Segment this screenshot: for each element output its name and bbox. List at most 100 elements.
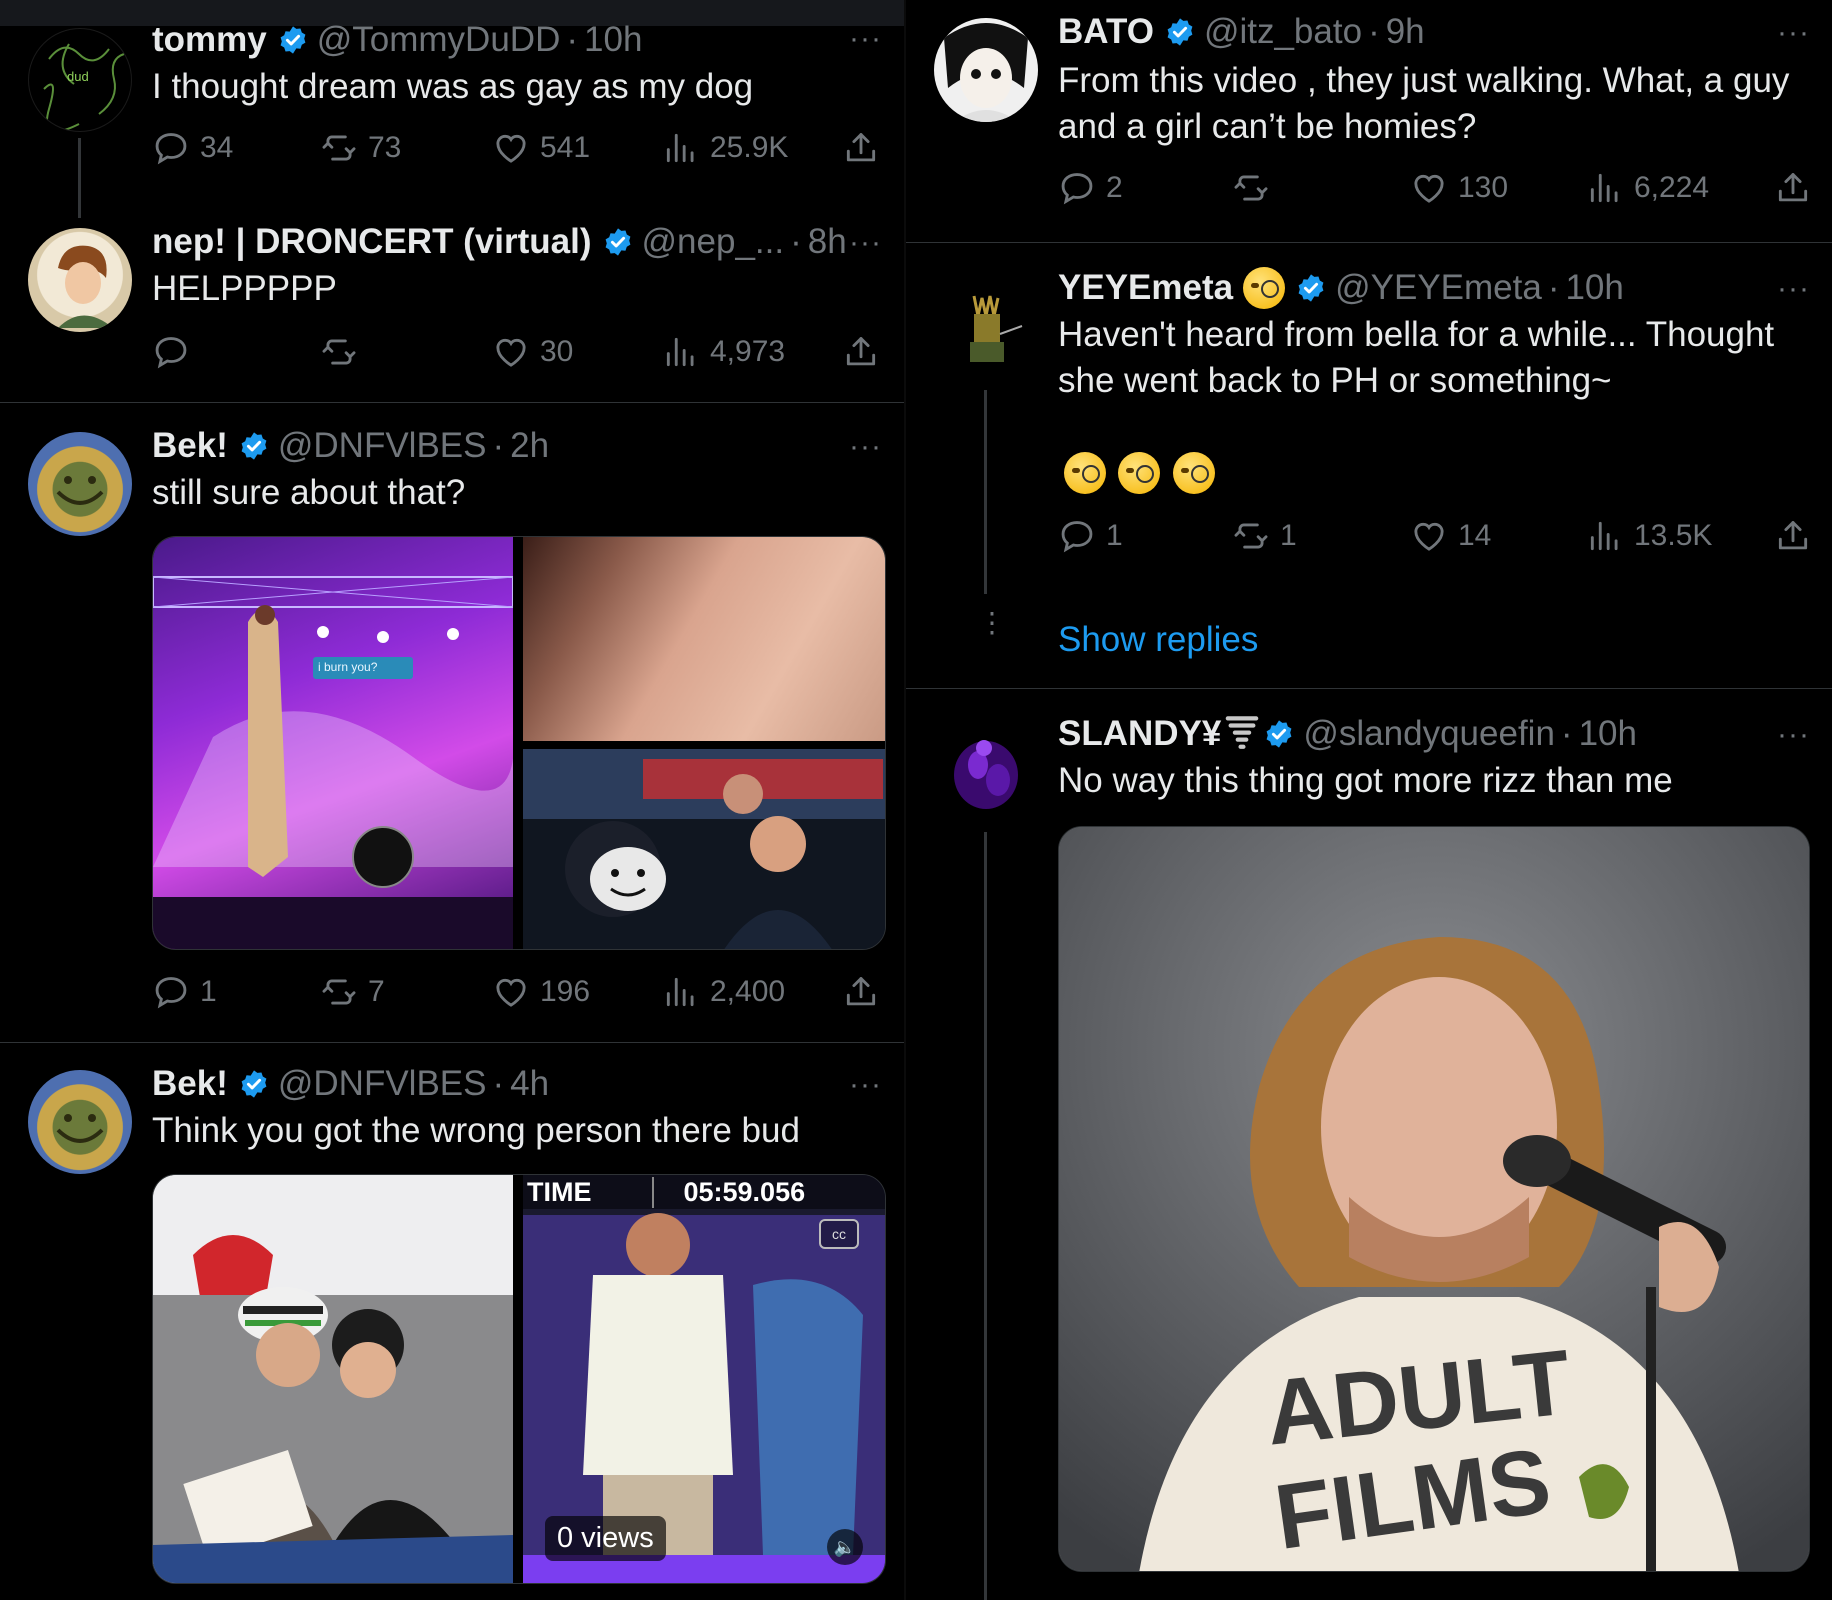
share-button[interactable]: [1774, 514, 1822, 558]
avatar[interactable]: dud: [28, 28, 132, 132]
like-icon: [1410, 517, 1448, 555]
verified-badge-icon: [602, 226, 634, 258]
tweet-time[interactable]: 8h: [808, 222, 847, 262]
avatar-smiley-image: [56, 1114, 104, 1143]
author-name[interactable]: nep! | DRONCERT (virtual): [152, 222, 592, 262]
crowd-image[interactable]: [523, 749, 885, 949]
share-button[interactable]: [842, 970, 890, 1014]
like-button[interactable]: 541: [492, 126, 590, 170]
avatar[interactable]: [28, 1070, 132, 1174]
media-grid[interactable]: TIME 05:59.056 cc 0 views 🔈: [152, 1174, 886, 1584]
share-button[interactable]: [842, 126, 890, 170]
avatar-label: dud: [67, 69, 89, 84]
action-bar: 1 1 14 13.5K: [1058, 514, 1812, 558]
tweet-text-line: and a girl can’t be homies?: [1058, 107, 1477, 146]
tweet-time[interactable]: 10h: [1579, 714, 1637, 754]
tweet-time[interactable]: 9h: [1386, 12, 1425, 52]
view-count: 6,224: [1634, 171, 1710, 204]
author-handle[interactable]: @itz_bato: [1204, 12, 1362, 52]
author-name[interactable]: YEYEmeta: [1058, 268, 1233, 308]
more-icon[interactable]: ···: [1777, 272, 1810, 306]
thread-line: [984, 390, 987, 594]
views-button[interactable]: 2,400: [662, 970, 785, 1014]
avatar[interactable]: [934, 18, 1038, 122]
emoji-row: [1064, 452, 1223, 494]
tweet-time[interactable]: 10h: [1565, 268, 1623, 308]
author-name[interactable]: Bek!: [152, 1064, 228, 1104]
media-grid[interactable]: i burn you?: [152, 536, 886, 950]
verified-badge-icon: [238, 1068, 270, 1100]
views-icon: [662, 129, 700, 167]
author-handle[interactable]: @DNFVlBES: [278, 426, 487, 466]
avatar[interactable]: [28, 432, 132, 536]
views-button[interactable]: 4,973: [662, 330, 785, 374]
avatar[interactable]: [934, 276, 1038, 380]
author-handle[interactable]: @DNFVlBES: [278, 1064, 487, 1104]
author-handle[interactable]: @TommyDuDD: [317, 20, 561, 60]
more-icon[interactable]: ···: [849, 430, 882, 464]
avatar[interactable]: [934, 720, 1038, 824]
repost-button[interactable]: 1: [1232, 514, 1297, 558]
reply-button[interactable]: 1: [152, 970, 217, 1014]
tweet-time[interactable]: 10h: [584, 20, 642, 60]
separator-dot: ·: [790, 222, 802, 261]
views-button[interactable]: 25.9K: [662, 126, 788, 170]
repost-count: 73: [368, 131, 402, 164]
repost-button[interactable]: 73: [320, 126, 401, 170]
author-handle[interactable]: @YEYEmeta: [1335, 268, 1542, 308]
views-button[interactable]: 6,224: [1586, 166, 1709, 210]
like-button[interactable]: 130: [1410, 166, 1508, 210]
reply-button[interactable]: 34: [152, 126, 233, 170]
author-handle[interactable]: @slandyqueefin: [1303, 714, 1555, 754]
captions-icon[interactable]: cc: [819, 1219, 859, 1249]
repost-button[interactable]: [320, 330, 368, 374]
views-button[interactable]: 13.5K: [1586, 514, 1712, 558]
more-icon[interactable]: ···: [849, 1068, 882, 1102]
repost-icon: [320, 333, 358, 371]
more-icon[interactable]: ···: [849, 22, 882, 56]
tweet-time[interactable]: 2h: [510, 426, 549, 466]
reply-icon: [1058, 169, 1096, 207]
share-icon: [1774, 169, 1812, 207]
reply-button[interactable]: [152, 330, 200, 374]
action-bar: 34 73 541 25.9K: [152, 126, 884, 170]
like-button[interactable]: 30: [492, 330, 573, 374]
like-button[interactable]: 14: [1410, 514, 1491, 558]
concert-image[interactable]: i burn you?: [153, 537, 513, 949]
author-handle[interactable]: @nep_...: [642, 222, 785, 262]
share-button[interactable]: [842, 330, 890, 374]
thread-line: [78, 138, 81, 218]
screen-caption: i burn you?: [318, 660, 378, 674]
like-count: 14: [1458, 519, 1492, 552]
monocle-face-emoji: [1064, 452, 1106, 494]
stream-video-image[interactable]: TIME 05:59.056 cc 0 views 🔈: [523, 1175, 885, 1583]
author-name[interactable]: SLANDY¥: [1058, 714, 1221, 754]
reply-icon: [1058, 517, 1096, 555]
author-name[interactable]: tommy: [152, 20, 267, 60]
reply-button[interactable]: 2: [1058, 166, 1123, 210]
avatar[interactable]: [28, 228, 132, 332]
closeup-image[interactable]: [523, 537, 885, 741]
repost-button[interactable]: [1232, 166, 1280, 210]
singer-photo-image[interactable]: ADULT FILMS: [1058, 826, 1810, 1572]
volume-icon[interactable]: 🔈: [827, 1529, 863, 1565]
like-button[interactable]: 196: [492, 970, 590, 1014]
show-replies-link[interactable]: Show replies: [1058, 620, 1258, 660]
separator-dot: ·: [1368, 12, 1380, 51]
reply-button[interactable]: 1: [1058, 514, 1123, 558]
more-icon[interactable]: ···: [1777, 16, 1810, 50]
tweet-time[interactable]: 4h: [510, 1064, 549, 1104]
thread-dots-icon: ⋮: [978, 607, 1006, 638]
repost-count: 7: [368, 975, 385, 1008]
repost-button[interactable]: 7: [320, 970, 385, 1014]
separator-dot: ·: [492, 1064, 505, 1103]
reply-icon: [152, 129, 190, 167]
more-icon[interactable]: ···: [849, 226, 882, 260]
author-name[interactable]: Bek!: [152, 426, 228, 466]
share-button[interactable]: [1774, 166, 1822, 210]
view-count: 4,973: [710, 335, 786, 368]
more-icon[interactable]: ···: [1777, 718, 1810, 752]
author-name[interactable]: BATO: [1058, 12, 1154, 52]
friends-photo-image[interactable]: [153, 1175, 513, 1583]
view-count: 25.9K: [710, 131, 789, 164]
